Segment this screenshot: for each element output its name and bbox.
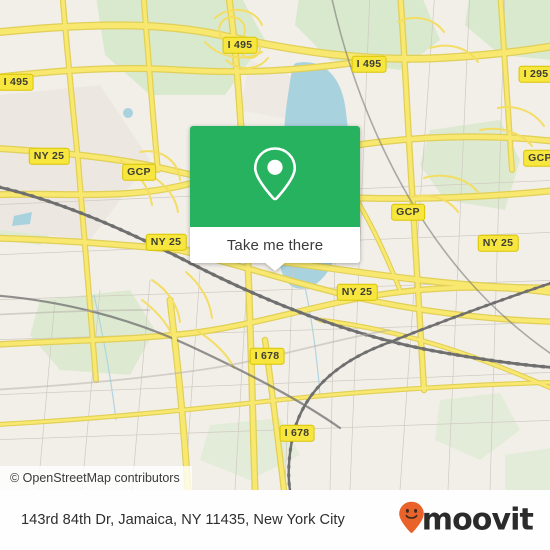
shield-label: I 295 bbox=[518, 65, 550, 83]
card-body: Take me there bbox=[190, 126, 360, 263]
shield-label: I 495 bbox=[222, 36, 258, 54]
shield-label: NY 25 bbox=[28, 147, 70, 165]
shield-label: I 678 bbox=[279, 424, 315, 442]
shield-label: GCP bbox=[122, 163, 156, 181]
address-label: 143rd 84th Dr, Jamaica, NY 11435, New Yo… bbox=[21, 512, 345, 528]
map-screen: I 495 I 495 I 495 I 295 NY 25 GCP GCP GC… bbox=[0, 0, 550, 550]
card-action-area[interactable]: Take me there bbox=[190, 227, 360, 263]
card-pointer-tail bbox=[264, 262, 286, 271]
shield-label: NY 25 bbox=[477, 234, 519, 252]
shield-label: NY 25 bbox=[336, 283, 378, 301]
map-pin-icon bbox=[252, 145, 298, 208]
moovit-logo[interactable]: moovit bbox=[398, 501, 534, 540]
shield-label: NY 25 bbox=[145, 233, 187, 251]
map-attribution: © OpenStreetMap contributors bbox=[0, 466, 192, 490]
footer-bar: 143rd 84th Dr, Jamaica, NY 11435, New Yo… bbox=[0, 490, 550, 550]
place-callout-card[interactable]: Take me there bbox=[190, 126, 360, 271]
take-me-there-label: Take me there bbox=[226, 236, 324, 254]
shield-label: I 678 bbox=[249, 347, 285, 365]
moovit-wordmark: moovit bbox=[421, 502, 534, 537]
attribution-text: © OpenStreetMap contributors bbox=[10, 471, 180, 485]
shield-label: I 495 bbox=[0, 73, 34, 91]
moovit-smiley-pin-icon bbox=[398, 501, 425, 540]
map-canvas[interactable]: I 495 I 495 I 495 I 295 NY 25 GCP GCP GC… bbox=[0, 0, 550, 490]
card-icon-area bbox=[190, 126, 360, 227]
shield-label: GCP bbox=[523, 149, 550, 167]
shield-label: I 495 bbox=[351, 55, 387, 73]
shield-label: GCP bbox=[391, 203, 425, 221]
